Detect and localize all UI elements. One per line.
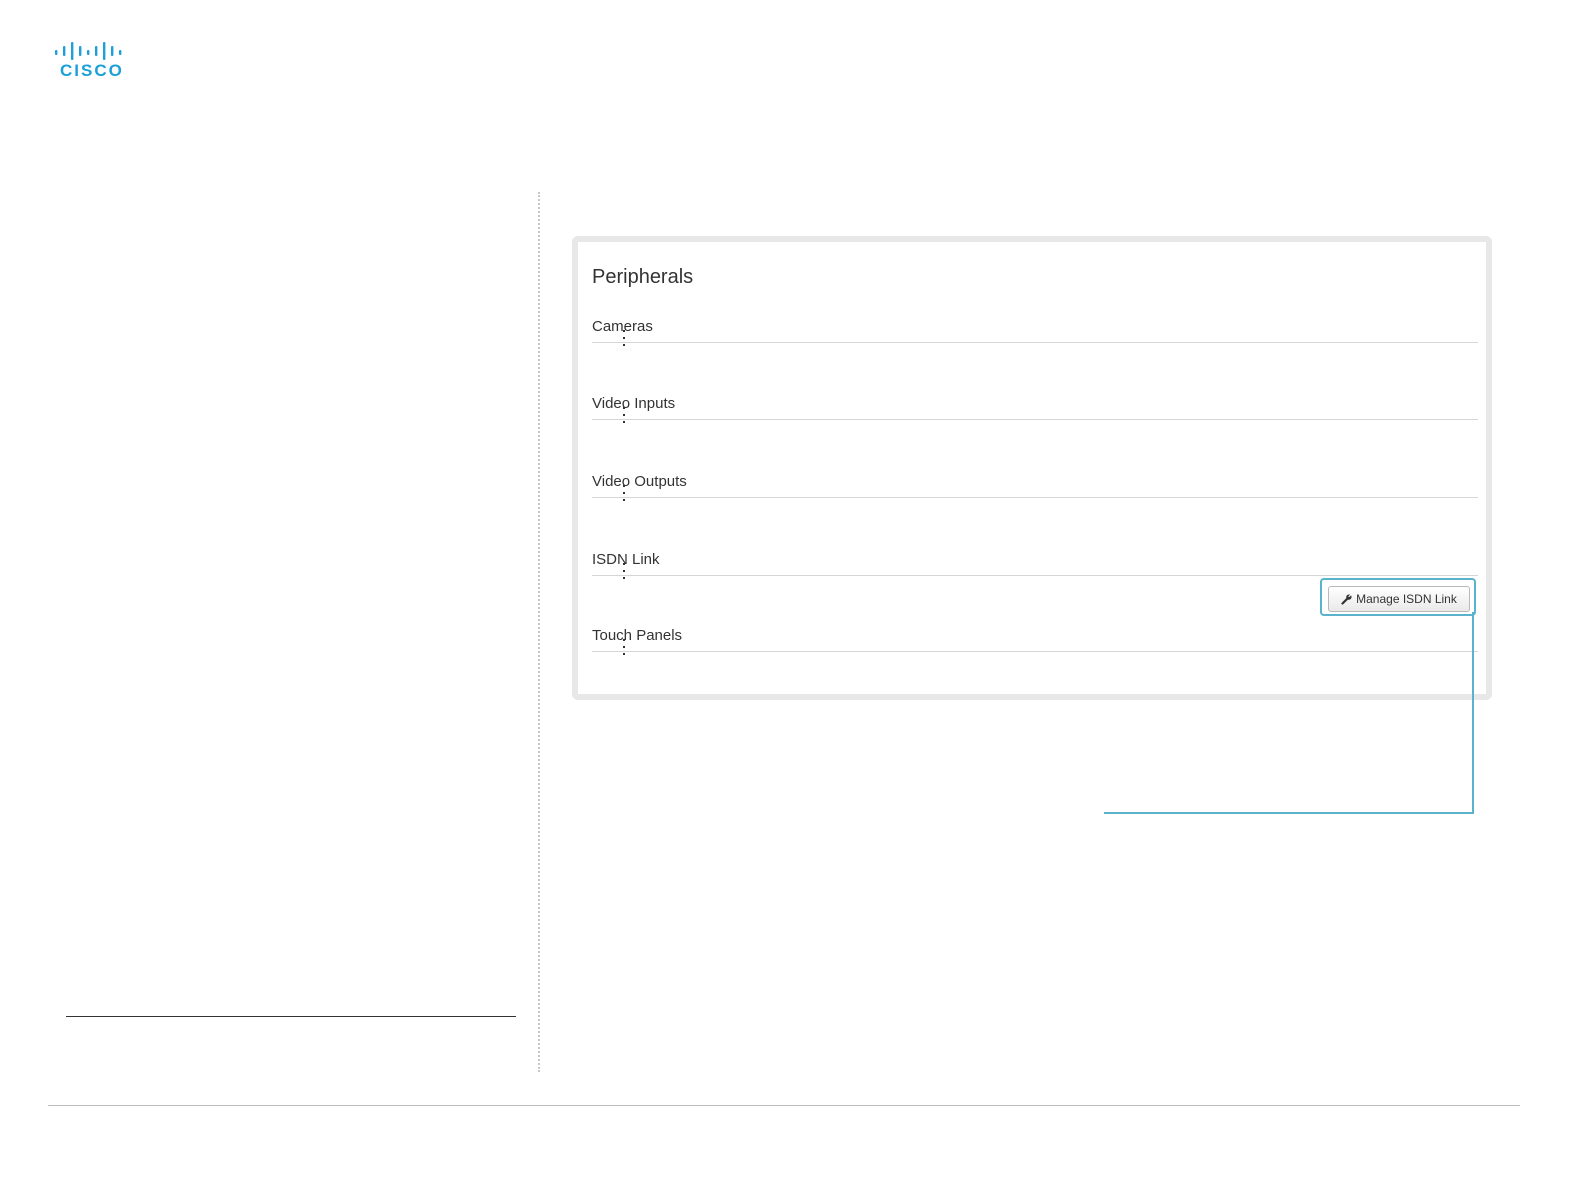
section-label: Cameras	[592, 318, 653, 335]
cisco-wordmark: CISCO	[60, 61, 124, 80]
section-divider	[592, 651, 1478, 652]
column-divider	[538, 192, 540, 1072]
section-video-inputs: Video Inputs	[592, 395, 1478, 423]
section-divider	[592, 419, 1478, 420]
callout-connector-vertical	[1472, 612, 1474, 813]
section-label: ISDN Link	[592, 551, 660, 568]
more-vertical-icon	[623, 639, 626, 657]
wrench-icon	[1341, 593, 1352, 605]
section-video-outputs: Video Outputs	[592, 473, 1478, 501]
callout-connector-horizontal	[1104, 812, 1474, 814]
section-divider	[592, 497, 1478, 498]
more-vertical-icon	[623, 485, 626, 503]
footer-rule	[48, 1105, 1520, 1106]
section-label: Touch Panels	[592, 627, 683, 644]
peripherals-panel: Peripherals Cameras Video Inputs Video O…	[572, 236, 1492, 700]
cisco-bars-icon	[55, 42, 122, 60]
section-isdn-link: ISDN Link	[592, 551, 1478, 579]
cisco-logo: CISCO	[54, 42, 128, 82]
more-vertical-icon	[623, 330, 626, 348]
section-divider	[592, 342, 1478, 343]
section-touch-panels: Touch Panels	[592, 627, 1478, 655]
section-cameras: Cameras	[592, 318, 1478, 346]
more-vertical-icon	[623, 407, 626, 425]
left-column-rule	[66, 1016, 516, 1017]
manage-isdn-link-label: Manage ISDN Link	[1356, 592, 1457, 606]
manage-isdn-link-button[interactable]: Manage ISDN Link	[1328, 586, 1470, 612]
more-vertical-icon	[623, 563, 626, 581]
section-label: Video Outputs	[592, 473, 687, 490]
panel-title: Peripherals	[592, 266, 694, 288]
section-label: Video Inputs	[592, 395, 676, 412]
section-divider	[592, 575, 1478, 576]
